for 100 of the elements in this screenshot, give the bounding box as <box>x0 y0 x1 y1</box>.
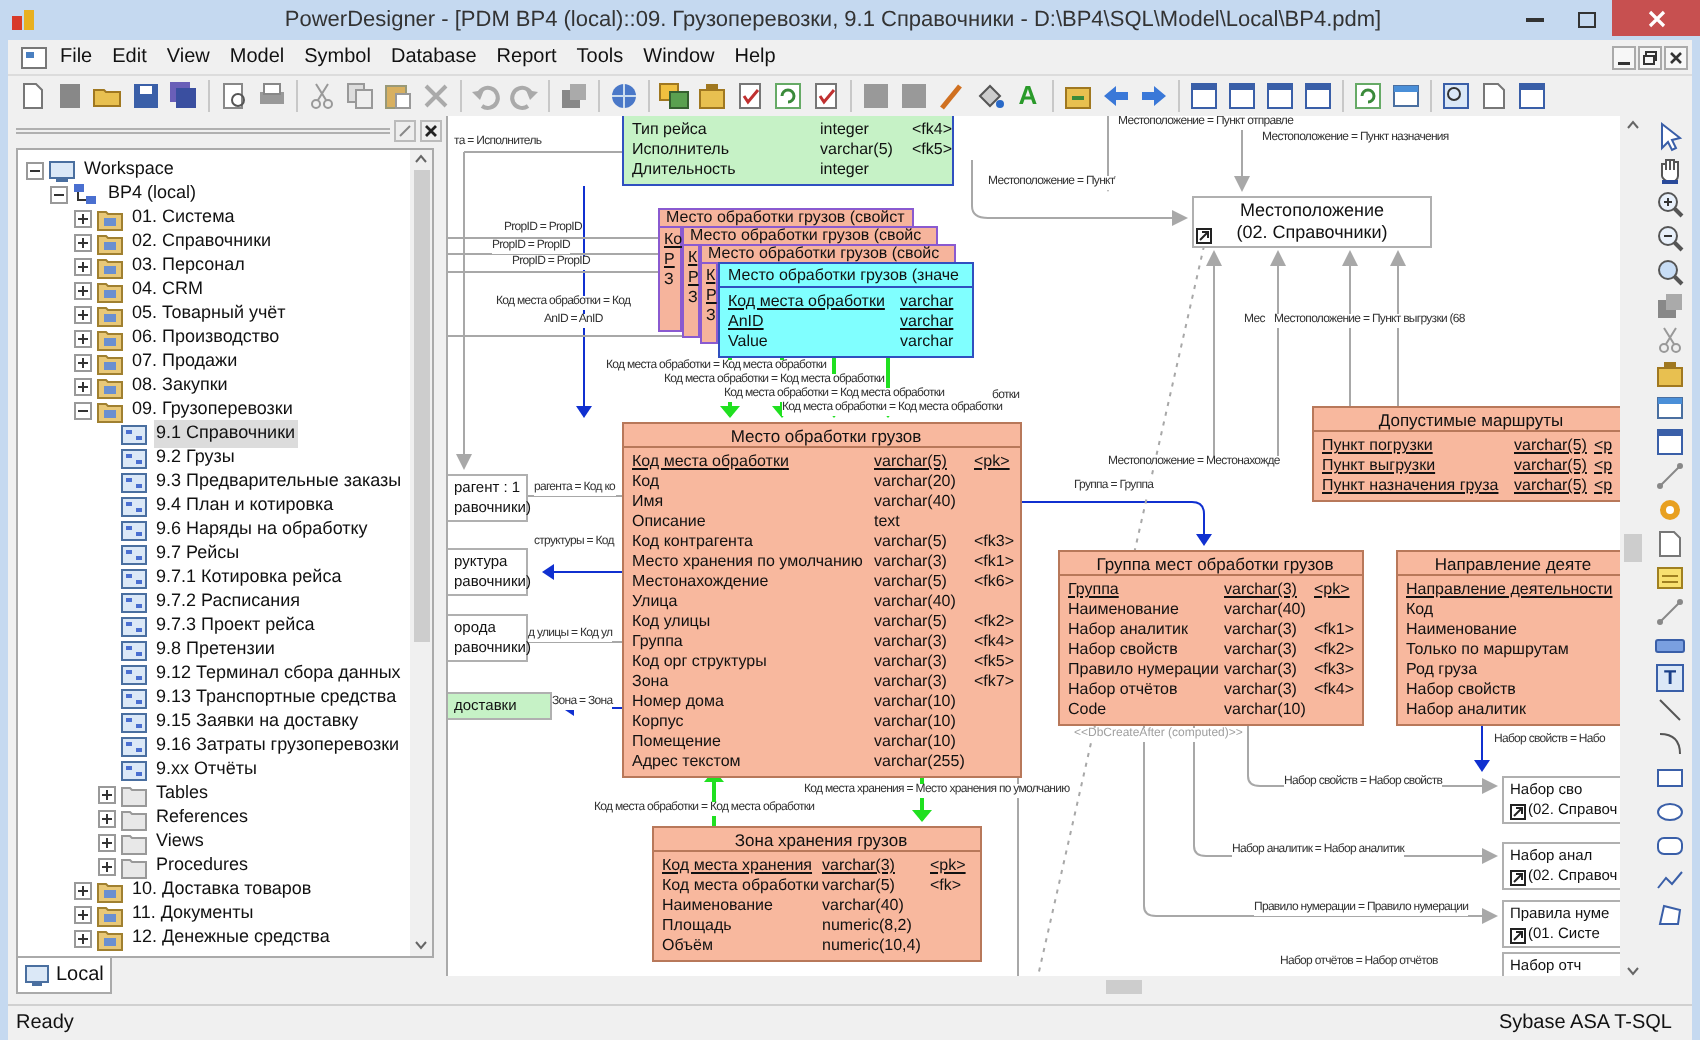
tree-item[interactable]: Views <box>154 828 206 856</box>
minimize-icon[interactable] <box>1612 45 1636 69</box>
tree-item[interactable]: 11. Документы <box>130 900 256 928</box>
tree-item[interactable]: Procedures <box>154 852 251 880</box>
entity-table[interactable] <box>1058 550 1364 726</box>
print-preview-icon[interactable] <box>218 79 250 111</box>
menu-item[interactable]: Database <box>390 42 477 72</box>
properties-icon[interactable] <box>558 79 590 111</box>
refresh-icon[interactable] <box>772 79 804 111</box>
tree-item[interactable]: 9.16 Затраты грузоперевозки <box>154 732 402 760</box>
expand-icon[interactable] <box>74 233 92 251</box>
tree-item[interactable]: 03. Персонал <box>130 252 247 280</box>
window-icon[interactable] <box>1516 79 1548 111</box>
tree-item[interactable]: 01. Система <box>130 204 237 232</box>
zoom-in-icon[interactable] <box>1654 188 1686 220</box>
collapse-icon[interactable] <box>26 161 44 179</box>
menu-item[interactable]: File <box>60 42 93 72</box>
menu-item[interactable]: Symbol <box>304 42 371 72</box>
tree-item[interactable]: 9.13 Транспортные средства <box>154 684 399 712</box>
tree-item[interactable]: 05. Товарный учёт <box>130 300 288 328</box>
scroll-up-icon[interactable] <box>412 150 430 168</box>
entity-table[interactable]: Направление деяте Направление деятельности Код Наименование Только по маршрутам Род груза Набор свойств Набор аналитик <box>1396 550 1620 726</box>
tree-item[interactable]: 9.7.3 Проект рейса <box>154 612 317 640</box>
expand-icon[interactable] <box>74 329 92 347</box>
scrollbar-thumb[interactable] <box>1106 979 1142 993</box>
note-icon[interactable] <box>1478 79 1510 111</box>
text-tool-button[interactable]: T <box>1656 664 1684 692</box>
tree-item[interactable]: 06. Производство <box>130 324 282 352</box>
entity-table[interactable]: Тип рейса integer <fk4> Исполнитель varchar(5) <fk5> Длительность integer <box>622 116 954 186</box>
scrollbar-thumb[interactable] <box>413 170 429 642</box>
tree-item[interactable]: 9.7 Рейсы <box>154 540 242 568</box>
expand-icon[interactable] <box>74 257 92 275</box>
save-icon[interactable] <box>130 79 162 111</box>
close-button[interactable] <box>1612 0 1700 36</box>
tree-item[interactable]: 9.7.1 Котировка рейса <box>154 564 344 592</box>
entity-table[interactable]: Место обработки грузов (значе Код места обработки varchar AnID varchar Value varchar <box>718 262 974 358</box>
tree-item[interactable]: 9.6 Наряды на обработку <box>154 516 370 544</box>
tree-item[interactable]: 02. Справочники <box>130 228 274 256</box>
expand-icon[interactable] <box>74 353 92 371</box>
expand-icon[interactable] <box>74 881 92 899</box>
paint-bucket-icon[interactable] <box>974 79 1006 111</box>
collapse-icon[interactable] <box>50 185 68 203</box>
tables-icon[interactable] <box>658 79 690 111</box>
tree-item[interactable]: Tables <box>154 780 211 808</box>
link-line-icon[interactable] <box>1654 596 1686 628</box>
expand-icon[interactable] <box>74 929 92 947</box>
menu-item[interactable]: Help <box>734 42 776 72</box>
tree-item[interactable]: 9.15 Заявки на доставку <box>154 708 361 736</box>
tree-item[interactable]: 07. Продажи <box>130 348 240 376</box>
scroll-up-icon[interactable] <box>1624 116 1642 134</box>
expand-icon[interactable] <box>74 905 92 923</box>
shortcut-box[interactable]: Местоположение (02. Справочники) <box>1192 196 1432 248</box>
expand-icon[interactable] <box>74 305 92 323</box>
tree-item[interactable]: 9.xx Отчёты <box>154 756 259 784</box>
arc-icon[interactable] <box>1654 728 1686 760</box>
sticky-note-icon[interactable] <box>1654 562 1686 594</box>
browser-tab[interactable]: Local <box>16 958 112 994</box>
expand-icon[interactable] <box>74 377 92 395</box>
tree-item[interactable]: 04. CRM <box>130 276 206 304</box>
expand-icon[interactable] <box>74 281 92 299</box>
link-line-icon[interactable] <box>1654 460 1686 492</box>
tree-item[interactable]: 9.8 Претензии <box>154 636 277 664</box>
menu-item[interactable]: Window <box>643 42 715 72</box>
properties-icon[interactable] <box>1654 290 1686 322</box>
search-icon[interactable] <box>1654 256 1686 288</box>
window-icon[interactable] <box>1302 79 1334 111</box>
menu-item[interactable]: Edit <box>112 42 147 72</box>
note-icon[interactable] <box>1654 528 1686 560</box>
globe-icon[interactable] <box>608 79 640 111</box>
tree-item[interactable]: 9.3 Предварительные заказы <box>154 468 404 496</box>
collapse-icon[interactable] <box>74 401 92 419</box>
tree-item[interactable]: 10. Доставка товаров <box>130 876 314 904</box>
menu-item[interactable]: Tools <box>576 42 624 72</box>
window-icon[interactable] <box>1188 79 1220 111</box>
line-icon[interactable] <box>1654 694 1686 726</box>
tree-item[interactable]: 08. Закупки <box>130 372 230 400</box>
tree-item[interactable]: Workspace <box>82 156 176 184</box>
tree-item[interactable]: 9.2 Грузы <box>154 444 237 472</box>
tree-item[interactable]: 12. Денежные средства <box>130 924 332 952</box>
window-icon[interactable] <box>1264 79 1296 111</box>
page-icon[interactable] <box>54 79 86 111</box>
check-doc-icon[interactable] <box>734 79 766 111</box>
expand-icon[interactable] <box>98 857 116 875</box>
entity-table[interactable]: Зона хранения грузов Код места хранения varchar(3) <pk> Код места обработки varchar(5) <fk> Наименование varchar(40) Площадь numeric(8,2) Объём numeric(10,4) <box>652 826 982 962</box>
tree-item[interactable]: 9.7.2 Расписания <box>154 588 303 616</box>
restore-icon[interactable] <box>1638 45 1662 69</box>
check-doc-icon[interactable] <box>810 79 842 111</box>
close-icon[interactable] <box>420 119 442 141</box>
refresh-icon[interactable] <box>1352 79 1384 111</box>
tree-item[interactable]: 9.1 Справочники <box>154 420 298 448</box>
tree-item[interactable]: BP4 (local) <box>106 180 199 208</box>
document-icon[interactable] <box>20 45 48 69</box>
expand-icon[interactable] <box>98 833 116 851</box>
window-icon[interactable] <box>1226 79 1258 111</box>
package-icon[interactable] <box>1654 358 1686 390</box>
zoom-out-icon[interactable] <box>1654 222 1686 254</box>
menu-item[interactable]: View <box>166 42 210 72</box>
expand-icon[interactable] <box>74 209 92 227</box>
scrollbar-thumb[interactable] <box>1624 534 1642 562</box>
window-icon[interactable] <box>1654 426 1686 458</box>
